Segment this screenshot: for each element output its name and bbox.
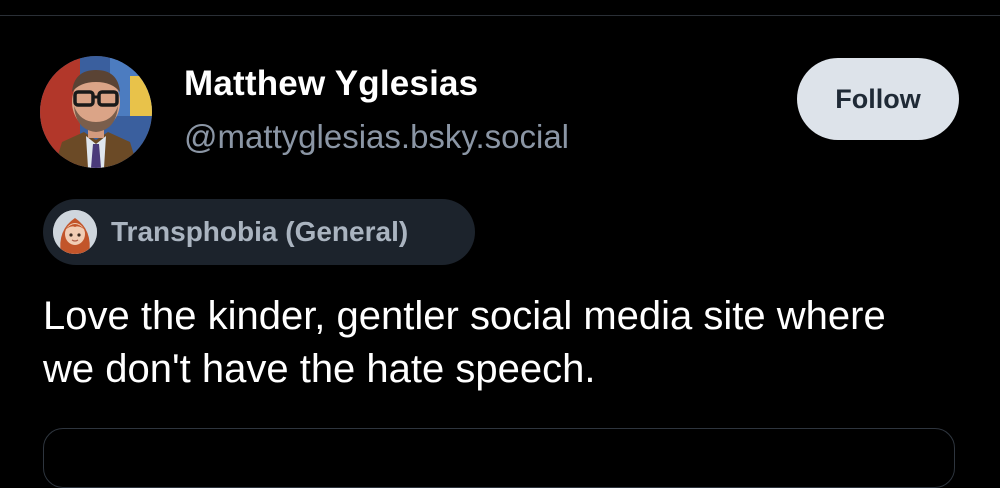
post-text: Love the kinder, gentler social media si…	[43, 294, 886, 391]
moderation-label-text: Transphobia (General)	[111, 216, 409, 247]
follow-button[interactable]: Follow	[797, 58, 959, 140]
embed-card[interactable]	[43, 428, 955, 488]
author-avatar[interactable]	[40, 56, 152, 168]
moderation-label-chip[interactable]: Transphobia (General)	[43, 199, 475, 265]
author-handle[interactable]: @mattyglesias.bsky.social	[184, 117, 569, 157]
avatar-photo-icon	[40, 56, 152, 168]
labeler-avatar-icon	[53, 210, 97, 254]
author-display-name[interactable]: Matthew Yglesias	[184, 64, 478, 104]
post: Matthew Yglesias @mattyglesias.bsky.soci…	[0, 0, 1000, 488]
